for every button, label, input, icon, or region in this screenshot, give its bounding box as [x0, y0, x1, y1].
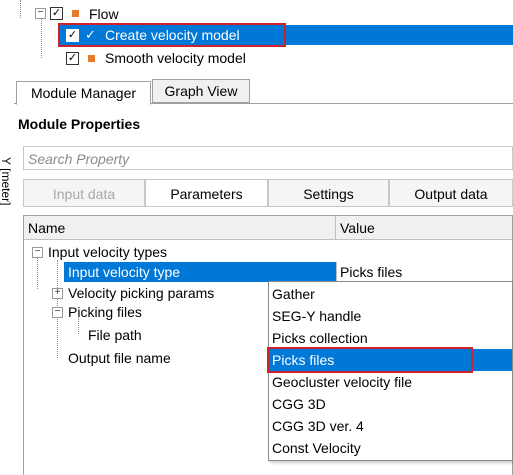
tree-connector [20, 0, 21, 18]
tab-input-data: Input data [23, 179, 145, 207]
tree-item-flow[interactable]: Flow [89, 5, 119, 23]
flow-node-icon [72, 10, 79, 17]
tree-expander-collapse-icon[interactable]: − [35, 8, 46, 19]
flow-checkbox[interactable]: ✓ [50, 7, 63, 20]
dropdown-option[interactable]: Gather [269, 283, 512, 305]
column-header-name[interactable]: Name [28, 216, 65, 240]
dropdown-option[interactable]: Geocluster velocity file [269, 371, 512, 393]
tree-item-create-velocity-model[interactable]: Create velocity model [105, 26, 240, 44]
tab-output-data[interactable]: Output data [389, 179, 513, 207]
tab-parameters[interactable]: Parameters [145, 179, 268, 207]
check-icon: ✓ [85, 27, 96, 42]
grid-tree-connector [37, 257, 38, 289]
prop-output-file-name[interactable]: Output file name [68, 348, 171, 368]
grid-tree-connector [78, 316, 79, 334]
tab-settings[interactable]: Settings [268, 179, 389, 207]
smooth-node-icon [88, 55, 95, 62]
tab-module-manager[interactable]: Module Manager [16, 81, 151, 105]
search-property-input[interactable]: Search Property [23, 146, 513, 170]
smooth-velocity-model-checkbox[interactable]: ✓ [66, 52, 79, 65]
expander-collapse-icon[interactable]: − [32, 247, 43, 258]
y-axis-strip [0, 0, 14, 475]
y-axis-label: Y [meter] [0, 157, 13, 206]
prop-file-path[interactable]: File path [88, 325, 142, 345]
grid-header [24, 216, 512, 240]
column-separator[interactable] [335, 216, 336, 240]
expander-expand-icon[interactable]: + [52, 288, 63, 299]
prop-picking-files[interactable]: Picking files [68, 302, 142, 322]
dropdown-option[interactable]: CGG 3D [269, 393, 512, 415]
dropdown-option[interactable]: CGG 3D ver. 4 [269, 415, 512, 437]
column-header-value[interactable]: Value [340, 216, 375, 240]
expander-collapse-icon[interactable]: − [52, 307, 63, 318]
prop-input-velocity-type[interactable]: Input velocity type [68, 262, 180, 282]
prop-velocity-picking-params[interactable]: Velocity picking params [68, 283, 214, 303]
dropdown-option[interactable]: Const Velocity [269, 437, 512, 459]
highlight-box [267, 347, 473, 373]
tab-graph-view[interactable]: Graph View [152, 79, 250, 103]
module-properties-title: Module Properties [18, 116, 141, 132]
dropdown-option[interactable]: SEG-Y handle [269, 305, 512, 327]
prop-input-velocity-type-value[interactable]: Picks files [340, 262, 402, 282]
dropdown-option[interactable]: Picks collection [269, 327, 512, 349]
create-velocity-model-checkbox[interactable]: ✓ [66, 29, 79, 42]
prop-input-velocity-types[interactable]: Input velocity types [48, 242, 167, 262]
tree-connector [41, 18, 42, 58]
tree-item-smooth-velocity-model[interactable]: Smooth velocity model [105, 49, 246, 67]
